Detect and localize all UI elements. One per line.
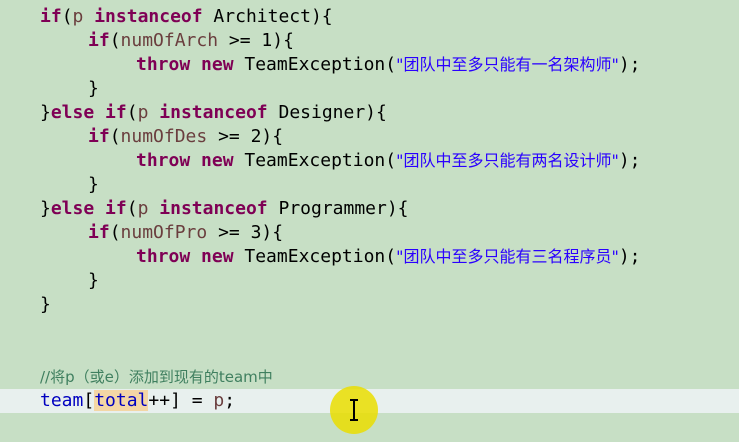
code-token: ( <box>109 126 121 147</box>
keyword-token: if <box>40 6 62 27</box>
keyword-token: else <box>50 102 95 123</box>
keyword-token: new <box>201 150 234 171</box>
code-line[interactable]: if(numOfPro >= 3){ <box>0 221 739 245</box>
code-token: TeamException( <box>233 246 397 267</box>
variable-token: p <box>137 102 149 123</box>
code-token: ); <box>618 246 641 267</box>
code-token: } <box>40 198 51 219</box>
code-token: Programmer){ <box>267 198 409 219</box>
code-line[interactable]: throw new TeamException("团队中至多只能有一名架构师")… <box>0 53 739 77</box>
code-token: ); <box>618 54 641 75</box>
code-token: } <box>88 270 99 291</box>
code-line[interactable]: }else if(p instanceof Programmer){ <box>0 197 739 221</box>
code-line[interactable]: throw new TeamException("团队中至多只能有三名程序员")… <box>0 245 739 269</box>
keyword-token: throw <box>136 150 191 171</box>
code-token: >= 2){ <box>207 126 284 147</box>
variable-token: numOfDes <box>120 126 208 147</box>
keyword-token: throw <box>136 246 191 267</box>
code-token: ( <box>126 102 138 123</box>
code-token: } <box>88 78 99 99</box>
code-token: } <box>88 174 99 195</box>
field-token: total <box>94 390 149 411</box>
code-token: Designer){ <box>267 102 387 123</box>
code-token: ; <box>224 390 236 411</box>
code-line[interactable] <box>0 317 739 341</box>
code-token: ( <box>61 6 73 27</box>
keyword-token: if <box>105 102 127 123</box>
keyword-token: new <box>201 246 234 267</box>
field-token: team <box>40 390 84 411</box>
keyword-token: if <box>88 222 110 243</box>
comment-token: //将p（或e）添加到现有的team中 <box>40 368 273 386</box>
code-token: TeamException( <box>233 150 397 171</box>
keyword-token: instanceof <box>159 102 268 123</box>
keyword-token: else <box>50 198 95 219</box>
code-editor[interactable]: if(p instanceof Architect){if(numOfArch … <box>0 0 739 442</box>
code-token: [ <box>83 390 95 411</box>
keyword-token: instanceof <box>94 6 203 27</box>
string-token: "团队中至多只能有三名程序员" <box>396 247 619 266</box>
code-line[interactable]: }else if(p instanceof Designer){ <box>0 101 739 125</box>
string-token: "团队中至多只能有一名架构师" <box>396 55 619 74</box>
keyword-token: if <box>88 126 110 147</box>
code-token: ( <box>126 198 138 219</box>
code-token: } <box>40 102 51 123</box>
keyword-token: new <box>201 54 234 75</box>
code-line[interactable]: if(numOfDes >= 2){ <box>0 125 739 149</box>
code-line[interactable]: if(p instanceof Architect){ <box>0 5 739 29</box>
code-token: ( <box>109 30 121 51</box>
keyword-token: throw <box>136 54 191 75</box>
code-token: Architect){ <box>202 6 333 27</box>
code-line[interactable]: if(numOfArch >= 1){ <box>0 29 739 53</box>
variable-token: p <box>213 390 225 411</box>
code-line[interactable]: } <box>0 77 739 101</box>
variable-token: numOfPro <box>120 222 208 243</box>
code-token: >= 1){ <box>218 30 294 51</box>
code-token: TeamException( <box>233 54 397 75</box>
code-line[interactable]: //将p（或e）添加到现有的team中 <box>0 365 739 389</box>
string-token: "团队中至多只能有两名设计师" <box>396 151 619 170</box>
variable-token: numOfArch <box>120 30 219 51</box>
keyword-token: if <box>105 198 127 219</box>
code-line[interactable] <box>0 341 739 365</box>
code-token: ); <box>618 150 641 171</box>
keyword-token: instanceof <box>159 198 268 219</box>
code-token: } <box>40 294 51 315</box>
variable-token: p <box>137 198 149 219</box>
code-line[interactable]: throw new TeamException("团队中至多只能有两名设计师")… <box>0 149 739 173</box>
code-line[interactable]: } <box>0 293 739 317</box>
text-cursor-ibeam-icon <box>350 399 358 421</box>
code-line[interactable]: } <box>0 173 739 197</box>
variable-token: p <box>72 6 84 27</box>
code-token: ++] = <box>148 390 214 411</box>
code-token: ( <box>109 222 121 243</box>
code-token: >= 3){ <box>207 222 284 243</box>
keyword-token: if <box>88 30 110 51</box>
code-line[interactable]: } <box>0 269 739 293</box>
